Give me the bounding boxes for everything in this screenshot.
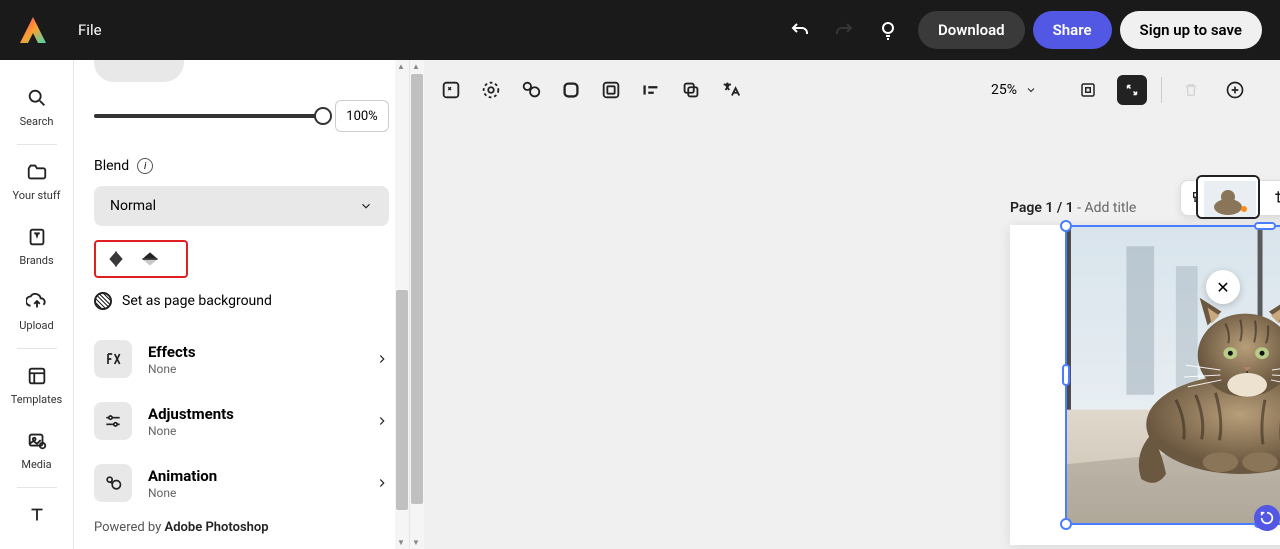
nav-search-label: Search: [20, 115, 54, 128]
nav-text[interactable]: [0, 492, 73, 538]
effects-sub: None: [148, 362, 359, 376]
chevron-right-icon: [375, 476, 389, 490]
zoom-value: 25%: [991, 82, 1017, 98]
group-icon[interactable]: [1073, 75, 1103, 105]
panel-scrollbar[interactable]: [395, 60, 409, 549]
redo-icon: [832, 18, 856, 42]
signup-button[interactable]: Sign up to save: [1120, 11, 1262, 49]
flip-vertical-icon[interactable]: [140, 249, 160, 269]
share-button[interactable]: Share: [1033, 11, 1112, 49]
delete-icon: [1176, 75, 1206, 105]
effects-section[interactable]: EffectsNone: [94, 328, 389, 390]
animation-sub: None: [148, 486, 359, 500]
image-selection[interactable]: [1065, 225, 1280, 525]
frame-icon[interactable]: [600, 79, 622, 101]
blend-label: Blend: [94, 158, 129, 174]
lock-aspect-icon[interactable]: [1117, 75, 1147, 105]
reset-transform-button[interactable]: [1254, 505, 1280, 531]
add-page-icon[interactable]: [1220, 75, 1250, 105]
adjustments-sub: None: [148, 424, 359, 438]
generative-fill-icon[interactable]: [440, 79, 462, 101]
opacity-value[interactable]: 100%: [335, 100, 389, 132]
handle-bottom-left[interactable]: [1060, 518, 1072, 530]
nav-upload-label: Upload: [19, 319, 53, 332]
crop-icon[interactable]: [1271, 187, 1280, 209]
file-menu[interactable]: File: [78, 21, 102, 39]
align-icon[interactable]: [640, 79, 662, 101]
blend-mode-select[interactable]: Normal: [94, 186, 389, 226]
sliders-icon: [94, 402, 132, 440]
canvas-area[interactable]: 25% Page 1 / 1 - Add title Replace: [410, 60, 1280, 549]
adobe-express-logo[interactable]: [18, 15, 48, 45]
opacity-slider-knob[interactable]: [314, 107, 332, 125]
nav-upload[interactable]: Upload: [0, 279, 73, 344]
chevron-down-icon: [359, 199, 373, 213]
nav-brands[interactable]: Brands: [0, 214, 73, 279]
color-picker-icon[interactable]: [480, 79, 502, 101]
translate-icon[interactable]: [720, 79, 742, 101]
nav-your-stuff-label: Your stuff: [12, 189, 60, 202]
nav-search[interactable]: Search: [0, 75, 73, 140]
adjustments-section[interactable]: AdjustmentsNone: [94, 390, 389, 452]
download-button[interactable]: Download: [918, 11, 1025, 49]
animation-section[interactable]: AnimationNone: [94, 452, 389, 506]
set-as-page-bg-label: Set as page background: [122, 293, 272, 309]
chevron-right-icon: [375, 414, 389, 428]
cat-image: [1067, 227, 1280, 523]
left-nav: Search Your stuff Brands Upload Template…: [0, 60, 74, 549]
animation-icon: [94, 464, 132, 502]
nav-brands-label: Brands: [19, 254, 53, 267]
animation-title: Animation: [148, 467, 359, 485]
panel-footer: Powered by Adobe Photoshop: [74, 506, 409, 549]
handle-top[interactable]: [1254, 222, 1276, 230]
top-bar: File Download Share Sign up to save: [0, 0, 1280, 60]
zoom-control[interactable]: 25%: [991, 82, 1037, 98]
erase-icon[interactable]: [520, 79, 542, 101]
panel-pill-collapsed: [94, 60, 184, 82]
effects-title: Effects: [148, 343, 359, 361]
undo-icon[interactable]: [788, 18, 812, 42]
chevron-down-icon: [1025, 84, 1037, 96]
properties-panel: 100% Blendi Normal Set as page backgroun…: [74, 60, 410, 549]
nav-templates-label: Templates: [11, 393, 62, 406]
fx-icon: [94, 340, 132, 378]
opacity-slider[interactable]: [94, 114, 323, 118]
canvas-scrollbar[interactable]: [410, 60, 424, 549]
close-thumbnails-button[interactable]: ✕: [1206, 270, 1240, 304]
canvas-toolbar: 25%: [440, 70, 1250, 110]
nav-your-stuff[interactable]: Your stuff: [0, 149, 73, 214]
info-icon[interactable]: i: [137, 158, 153, 174]
lightbulb-icon[interactable]: [876, 18, 900, 42]
nav-media-label: Media: [21, 458, 51, 471]
nav-media[interactable]: Media: [0, 418, 73, 483]
set-as-page-bg[interactable]: Set as page background: [94, 292, 389, 310]
layers-icon[interactable]: [680, 79, 702, 101]
page-indicator[interactable]: Page 1 / 1 - Add title: [1010, 200, 1136, 216]
flip-horizontal-icon[interactable]: [106, 249, 126, 269]
handle-top-left[interactable]: [1060, 220, 1072, 232]
blend-mode-value: Normal: [110, 198, 156, 214]
handle-left[interactable]: [1062, 364, 1070, 386]
page-thumbnail[interactable]: [1196, 175, 1260, 219]
hatch-icon: [94, 292, 112, 310]
adjustments-title: Adjustments: [148, 405, 359, 423]
nav-templates[interactable]: Templates: [0, 353, 73, 418]
shape-icon[interactable]: [560, 79, 582, 101]
flip-controls-highlight: [94, 240, 188, 278]
chevron-right-icon: [375, 352, 389, 366]
